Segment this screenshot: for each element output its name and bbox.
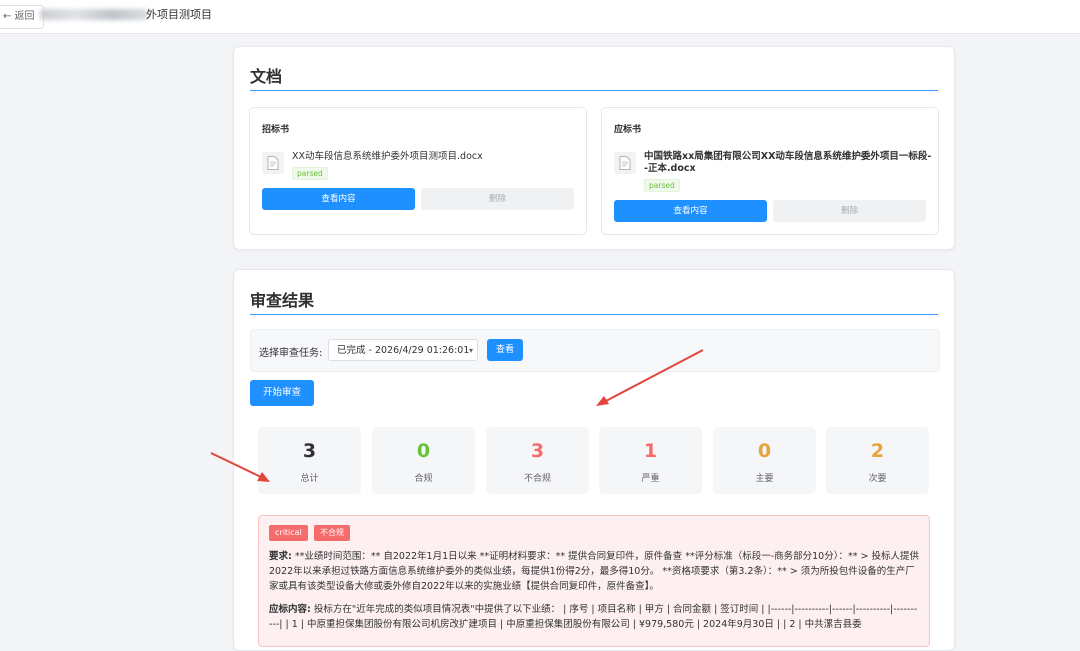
review-title: 审查结果 <box>250 291 315 310</box>
view-task-button[interactable]: 查看 <box>487 339 523 361</box>
bid-file-name-line1: 中国铁路xx局集团有限公司XX动车段信息系统维护委外项目一标段- <box>644 151 932 162</box>
bid-delete-button[interactable]: 删除 <box>773 200 926 222</box>
stat-critical-value: 1 <box>643 440 658 462</box>
issue-requirement: 要求: **业绩时间范围：** 自2022年1月1日以来 **证明材料要求：**… <box>269 549 919 594</box>
requirement-label: 要求: <box>269 551 292 562</box>
stat-compliant: 0 合规 <box>372 427 475 494</box>
stat-major-label: 主要 <box>755 474 774 484</box>
review-title-rule <box>250 314 938 315</box>
task-select[interactable]: 已完成 - 2026/4/29 01:26:01 ▾ <box>328 339 478 361</box>
stat-minor-value: 2 <box>870 440 885 462</box>
tender-parsed-badge: parsed <box>292 167 328 180</box>
tender-view-button[interactable]: 查看内容 <box>262 188 415 210</box>
response-label: 应标内容: <box>269 604 311 615</box>
documents-card: 文档 招标书 XX动车段信息系统维护委外项目测项目.docx parsed 查看… <box>233 46 955 250</box>
requirement-text: **业绩时间范围：** 自2022年1月1日以来 **证明材料要求：** 提供合… <box>269 551 919 592</box>
stat-total-label: 总计 <box>300 474 319 484</box>
stat-major: 0 主要 <box>713 427 816 494</box>
tender-panel: 招标书 XX动车段信息系统维护委外项目测项目.docx parsed 查看内容 … <box>249 107 587 235</box>
bid-view-button[interactable]: 查看内容 <box>614 200 767 222</box>
review-card: 审查结果 选择审查任务: 已完成 - 2026/4/29 01:26:01 ▾ … <box>233 269 955 651</box>
chevron-down-icon: ▾ <box>468 346 473 355</box>
page-title: 外项目测项目 <box>146 8 212 21</box>
bid-panel: 应标书 中国铁路xx局集团有限公司XX动车段信息系统维护委外项目一标段- -正本… <box>601 107 939 235</box>
document-icon <box>614 152 636 174</box>
tender-heading: 招标书 <box>262 125 290 135</box>
stat-total-value: 3 <box>302 440 317 462</box>
bid-heading: 应标书 <box>614 125 642 135</box>
start-review-button[interactable]: 开始审查 <box>250 380 314 406</box>
stat-critical: 1 严重 <box>599 427 702 494</box>
stat-noncompliant-label: 不合规 <box>523 474 551 484</box>
stat-major-value: 0 <box>757 440 772 462</box>
bid-file-name: 中国铁路xx局集团有限公司XX动车段信息系统维护委外项目一标段- -正本.doc… <box>644 151 931 175</box>
document-icon <box>262 152 284 174</box>
stat-minor: 2 次要 <box>826 427 929 494</box>
stat-total: 3 总计 <box>258 427 361 494</box>
redacted-breadcrumb <box>40 9 148 20</box>
response-text: 投标方在"近年完成的类似项目情况表"中提供了以下业绩： | 序号 | 项目名称 … <box>269 604 918 630</box>
tender-file-name: XX动车段信息系统维护委外项目测项目.docx <box>292 151 483 162</box>
documents-title: 文档 <box>250 67 283 86</box>
documents-title-rule <box>250 90 938 91</box>
stat-noncompliant-value: 3 <box>530 440 545 462</box>
task-selector-bar: 选择审查任务: 已完成 - 2026/4/29 01:26:01 ▾ 查看 <box>250 329 940 372</box>
stat-compliant-label: 合规 <box>414 474 433 484</box>
back-button[interactable]: ← 返回 <box>0 5 44 29</box>
bid-file-name-line2: -正本.docx <box>644 163 696 174</box>
stat-critical-label: 严重 <box>641 474 660 484</box>
issue-response: 应标内容: 投标方在"近年完成的类似项目情况表"中提供了以下业绩： | 序号 |… <box>269 602 919 632</box>
tender-delete-button[interactable]: 删除 <box>421 188 574 210</box>
task-label: 选择审查任务: <box>259 348 323 359</box>
top-bar: ← 返回 外项目测项目 <box>0 0 1080 34</box>
stat-minor-label: 次要 <box>868 474 887 484</box>
stat-noncompliant: 3 不合规 <box>486 427 589 494</box>
status-badge: 不合规 <box>314 525 350 541</box>
issue-item: critical 不合规 要求: **业绩时间范围：** 自2022年1月1日以… <box>258 515 930 647</box>
bid-parsed-badge: parsed <box>644 179 680 192</box>
task-select-value: 已完成 - 2026/4/29 01:26:01 <box>337 345 470 356</box>
stat-compliant-value: 0 <box>416 440 431 462</box>
severity-badge: critical <box>269 525 308 541</box>
